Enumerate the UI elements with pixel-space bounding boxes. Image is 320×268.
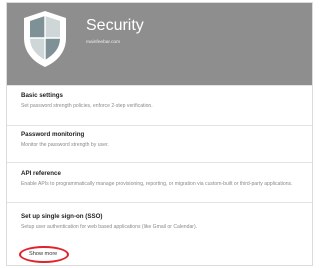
section-title: Basic settings: [21, 92, 63, 99]
section-api-reference[interactable]: API reference Enable APIs to programmati…: [7, 162, 312, 202]
page: Security mainfeebar.com Basic settings S…: [0, 0, 320, 268]
section-single-sign-on[interactable]: Set up single sign-on (SSO) Setup user a…: [7, 202, 312, 240]
section-title: API reference: [21, 170, 61, 177]
section-password-monitoring[interactable]: Password monitoring Monitor the password…: [7, 125, 312, 162]
security-card: Security mainfeebar.com Basic settings S…: [6, 2, 313, 266]
section-description: Set password strength policies, enforce …: [21, 103, 153, 109]
page-title: Security: [86, 17, 144, 34]
section-title: Set up single sign-on (SSO): [21, 213, 103, 220]
show-more-button[interactable]: Show more: [19, 246, 75, 265]
security-header: Security mainfeebar.com: [7, 3, 312, 85]
show-more-label: Show more: [29, 251, 58, 257]
section-title: Password monitoring: [21, 131, 85, 138]
section-description: Monitor the password strength by user.: [21, 142, 109, 148]
shield-icon: [24, 11, 66, 67]
domain-subtitle: mainfeebar.com: [86, 40, 121, 45]
section-description: Enable APIs to programmatically manage p…: [21, 181, 293, 187]
section-basic-settings[interactable]: Basic settings Set password strength pol…: [7, 85, 312, 125]
section-description: Setup user authentication for web based …: [21, 224, 198, 230]
